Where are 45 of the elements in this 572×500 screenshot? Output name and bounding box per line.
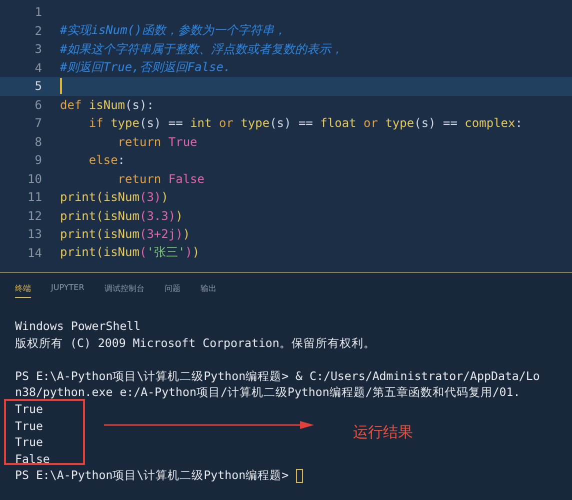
terminal-line: False <box>15 450 50 468</box>
line-number: 4 <box>34 60 42 75</box>
line-number: 6 <box>34 98 42 112</box>
terminal-line: Windows PowerShell <box>15 318 141 335</box>
line-number: 12 <box>26 208 42 223</box>
line-number: 5 <box>34 79 42 94</box>
arrow-icon <box>104 420 314 430</box>
code-line: if type(s) == int or type(s) == float or type(s) == complex: <box>88 116 522 130</box>
terminal-line: 版权所有 (C) 2009 Microsoft Corporation。保留所有权利。 <box>15 334 376 352</box>
panel-tab[interactable]: 输出 <box>200 283 216 298</box>
code-line: return False <box>116 172 205 186</box>
line-number: 2 <box>34 24 42 38</box>
line-number: 14 <box>26 246 42 260</box>
annotation-label: 运行结果 <box>353 423 413 442</box>
panel-tab[interactable]: JUPYTER <box>51 283 84 298</box>
code-line: print(isNum(3+2j)) <box>60 227 190 242</box>
terminal-cursor <box>296 468 303 483</box>
line-number: 10 <box>26 172 42 186</box>
code-line: #则返回True,否则返回False. <box>60 59 231 76</box>
terminal-prompt: PS E:\A-Python项目\计算机二级Python编程题> <box>15 467 290 484</box>
code-line: #实现isNum()函数，参数为一个字符串， <box>60 22 286 40</box>
panel-tab[interactable]: 问题 <box>164 283 180 298</box>
panel-tab[interactable]: 终端 <box>15 283 31 298</box>
panel-tab[interactable]: 调试控制台 <box>104 283 144 298</box>
line-number: 13 <box>26 227 42 242</box>
line-number: 11 <box>26 190 42 204</box>
line-number: 8 <box>34 134 42 149</box>
terminal-line: n38/python.exe e:/A-Python项目/计算机二级Python编程题/第五章函数和代码复用/01. <box>15 384 520 401</box>
terminal-line: PS E:\A-Python项目\计算机二级Python编程题> & C:/Users/Administrator/AppData/Lo <box>15 368 540 384</box>
code-line: print(isNum('张三')) <box>60 244 200 262</box>
line-number: 9 <box>34 153 42 168</box>
code-line: def isNum(s): <box>60 98 154 112</box>
line-number: 7 <box>34 116 42 130</box>
line-number: 3 <box>34 42 42 56</box>
terminal-line: True <box>15 400 43 418</box>
line-number: 1 <box>34 5 42 20</box>
code-line: print(isNum(3)) <box>60 190 168 204</box>
terminal-line: True <box>15 418 43 434</box>
code-line: return True <box>116 134 198 149</box>
code-line: else: <box>88 153 126 168</box>
text-cursor <box>60 78 62 94</box>
code-editor[interactable] <box>0 0 572 272</box>
code-line: print(isNum(3.3)) <box>60 208 183 223</box>
terminal-line: True <box>15 434 43 451</box>
code-line: #如果这个字符串属于整数、浮点数或者复数的表示， <box>60 40 344 58</box>
